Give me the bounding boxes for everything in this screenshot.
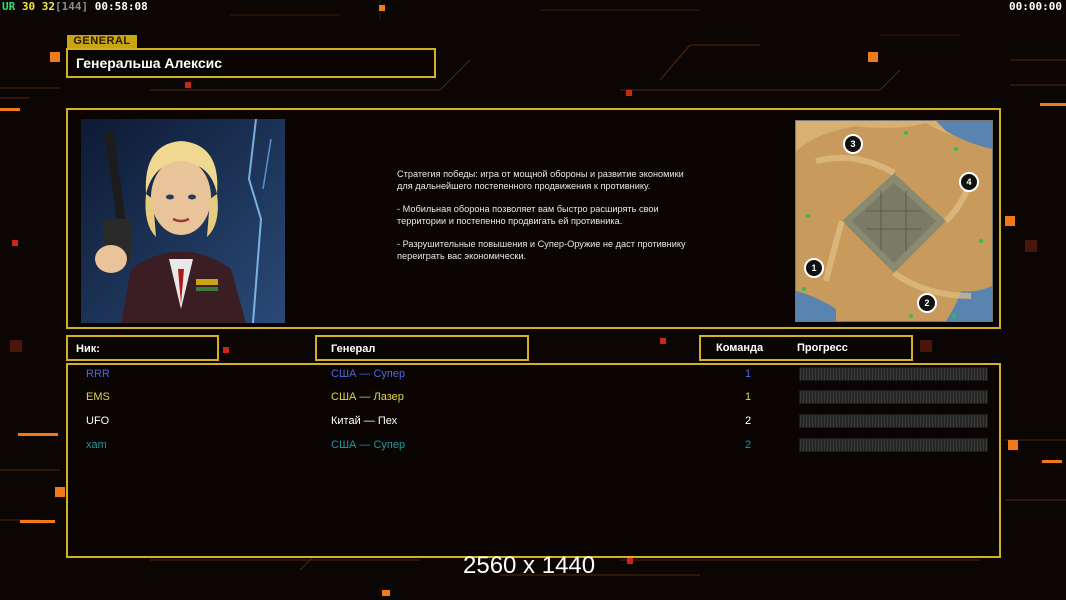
- player-team: 1: [745, 368, 752, 380]
- player-nick: xam: [86, 439, 107, 451]
- player-progress-bar: [799, 367, 988, 381]
- player-general: США — Супер: [331, 368, 406, 380]
- player-team: 2: [745, 439, 752, 451]
- general-portrait: [81, 119, 285, 323]
- hud-game-time: 00:58:08: [88, 0, 148, 13]
- strategy-paragraph: - Разрушительные повышения и Супер-Оружи…: [397, 239, 686, 261]
- player-progress-bar: [799, 390, 988, 404]
- general-title-box: Генеральша Алексис: [66, 48, 436, 78]
- strategy-paragraph: Стратегия победы: игра от мощной обороны…: [397, 169, 684, 191]
- header-general: Генерал: [331, 343, 376, 355]
- player-progress-bar: [799, 438, 988, 452]
- player-general: США — Лазер: [331, 391, 404, 403]
- player-nick: UFO: [86, 415, 110, 427]
- hud-timer-right: 00:00:00: [1009, 0, 1062, 13]
- player-team: 1: [745, 391, 752, 403]
- start-position-marker[interactable]: 1: [804, 258, 824, 278]
- player-row: UFO Китай — Пех 2: [68, 412, 999, 432]
- player-general: США — Супер: [331, 439, 406, 451]
- player-nick: RRR: [86, 368, 110, 380]
- strategy-description: Стратегия победы: игра от мощной обороны…: [397, 168, 697, 273]
- header-team: Команда: [716, 342, 764, 354]
- map-preview[interactable]: 3 4 1 2: [795, 120, 993, 322]
- player-row: xam США — Супер 2: [68, 436, 999, 456]
- start-position-marker[interactable]: 2: [917, 293, 937, 313]
- players-list: RRR США — Супер 1 EMS США — Лазер 1 UFO …: [66, 363, 1001, 558]
- header-nick-box: Ник:: [66, 335, 219, 361]
- header-general-box: Генерал: [315, 335, 529, 361]
- hud-stats: UR 30 32[144] 00:58:08: [2, 0, 148, 13]
- header-team-progress-box: Команда Прогресс: [699, 335, 913, 361]
- player-nick: EMS: [86, 391, 110, 403]
- player-row: EMS США — Лазер 1: [68, 388, 999, 408]
- hud-fps-limit: 32: [35, 0, 55, 13]
- player-progress-bar: [799, 414, 988, 428]
- start-position-marker[interactable]: 3: [843, 134, 863, 154]
- header-nick: Ник:: [76, 343, 100, 355]
- start-position-marker[interactable]: 4: [959, 172, 979, 192]
- hud-ping: [144]: [55, 0, 89, 13]
- general-info-panel: Стратегия победы: игра от мощной обороны…: [66, 108, 1001, 329]
- player-general: Китай — Пех: [331, 415, 398, 427]
- general-tag: GENERAL: [67, 35, 137, 48]
- strategy-paragraph: - Мобильная оборона позволяет вам быстро…: [397, 204, 659, 226]
- resolution-label: 2560 x 1440: [463, 552, 596, 579]
- player-row: RRR США — Супер 1: [68, 365, 999, 385]
- general-name: Генеральша Алексис: [76, 55, 223, 71]
- header-progress: Прогресс: [797, 342, 848, 354]
- hud-ur: UR: [2, 0, 16, 13]
- hud-fps: 30: [15, 0, 36, 13]
- player-team: 2: [745, 415, 752, 427]
